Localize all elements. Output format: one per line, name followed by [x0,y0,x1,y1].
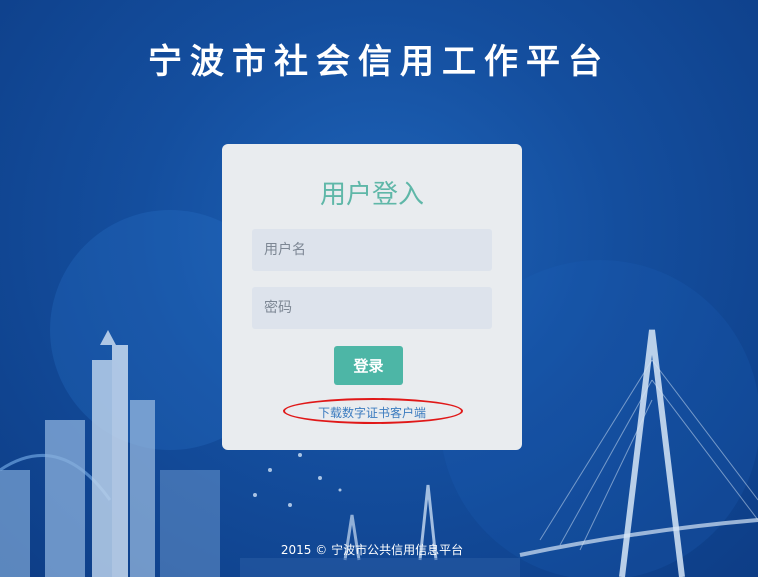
password-field[interactable] [252,287,492,329]
page-title: 宁波市社会信用工作平台 [148,42,610,82]
username-field[interactable] [252,229,492,271]
login-title: 用户登入 [319,180,424,210]
login-button[interactable]: 登录 [334,346,403,385]
annotation-highlight-oval [283,398,463,424]
footer-copyright: 2015 © 宁波市公共信用信息平台 [280,543,464,557]
